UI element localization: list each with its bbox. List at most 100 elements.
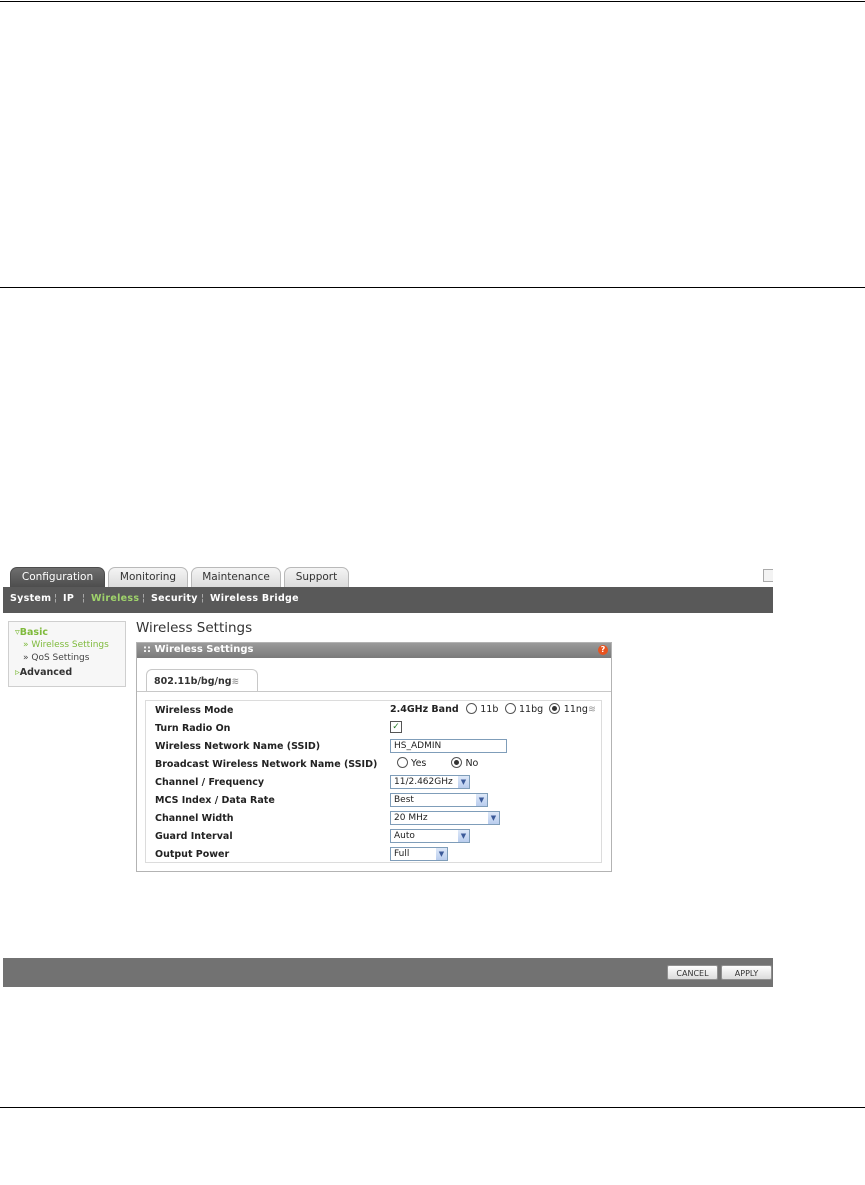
help-icon[interactable]: ? bbox=[598, 645, 608, 655]
sidebar-item-qos-settings[interactable]: » QoS Settings bbox=[23, 653, 89, 663]
sidebar-item-wireless-settings[interactable]: » Wireless Settings bbox=[23, 640, 109, 650]
page-rule-middle bbox=[0, 287, 865, 288]
channel-width-label: Channel Width bbox=[155, 813, 234, 824]
radio-broadcast-yes[interactable] bbox=[397, 757, 408, 768]
row-guard-interval: Guard Interval Auto ▼ bbox=[146, 828, 601, 846]
sub-navigation: System ¦ IP ¦ Wireless ¦ Security ¦ Wire… bbox=[3, 587, 773, 613]
turn-radio-on-control: ✓ bbox=[390, 721, 402, 733]
channel-label: Channel / Frequency bbox=[155, 777, 265, 788]
tab-divider bbox=[137, 691, 611, 692]
sidebar-item-label: QoS Settings bbox=[31, 653, 90, 663]
tab-802-11-label: 802.11b/bg/ng bbox=[154, 676, 232, 687]
sidebar-advanced[interactable]: ▹Advanced bbox=[15, 667, 72, 678]
wifi-icon: ≋ bbox=[231, 677, 240, 687]
row-turn-radio-on: Turn Radio On ✓ bbox=[146, 720, 601, 738]
wifi-icon: ≋ bbox=[587, 704, 596, 715]
tab-configuration[interactable]: Configuration bbox=[10, 567, 105, 587]
channel-select-value: 11/2.462GHz bbox=[394, 777, 453, 787]
row-broadcast-ssid: Broadcast Wireless Network Name (SSID) Y… bbox=[146, 756, 601, 774]
subnav-security[interactable]: Security bbox=[151, 593, 198, 604]
radio-11bg[interactable] bbox=[504, 703, 516, 714]
tab-support[interactable]: Support bbox=[284, 567, 349, 587]
main-tab-bar: Configuration Monitoring Maintenance Sup… bbox=[3, 565, 773, 587]
ssid-control: HS_ADMIN bbox=[390, 739, 507, 753]
turn-radio-on-label: Turn Radio On bbox=[155, 723, 231, 734]
wireless-mode-label: Wireless Mode bbox=[155, 705, 234, 716]
tab-802-11[interactable]: 802.11b/bg/ng≋ bbox=[146, 669, 258, 691]
sidebar-item-label: Wireless Settings bbox=[31, 640, 109, 650]
radio-broadcast-no[interactable] bbox=[451, 757, 463, 768]
panel-title: :: Wireless Settings bbox=[143, 644, 253, 655]
panel-title-text: Wireless Settings bbox=[154, 644, 254, 655]
corner-button[interactable] bbox=[763, 569, 773, 582]
subnav-separator: ¦ bbox=[82, 593, 86, 604]
wireless-settings-panel: :: Wireless Settings ? 802.11b/bg/ng≋ Wi… bbox=[136, 642, 612, 872]
sidebar-basic-label: Basic bbox=[19, 627, 48, 638]
output-power-select-value: Full bbox=[394, 849, 410, 859]
chevron-down-icon: ▼ bbox=[476, 794, 487, 806]
output-power-control: Full ▼ bbox=[390, 847, 448, 861]
mcs-label: MCS Index / Data Rate bbox=[155, 795, 275, 806]
ssid-label: Wireless Network Name (SSID) bbox=[155, 741, 321, 752]
radio-broadcast-yes-label: Yes bbox=[411, 758, 427, 769]
chevron-down-icon: ▼ bbox=[488, 812, 499, 824]
radio-11ng-label: 11ng bbox=[563, 704, 588, 715]
output-power-label: Output Power bbox=[155, 849, 230, 860]
subnav-separator: ¦ bbox=[142, 593, 146, 604]
radio-11ng[interactable] bbox=[549, 703, 561, 714]
radio-11bg-label: 11bg bbox=[519, 704, 544, 715]
subnav-wireless[interactable]: Wireless bbox=[91, 593, 139, 604]
channel-control: 11/2.462GHz ▼ bbox=[390, 775, 470, 789]
settings-form: Wireless Mode 2.4GHz Band 11b 11bg 11ng≋… bbox=[145, 700, 602, 863]
row-channel-width: Channel Width 20 MHz ▼ bbox=[146, 810, 601, 828]
sidebar-basic[interactable]: ▿Basic bbox=[15, 627, 48, 638]
subnav-system[interactable]: System bbox=[10, 593, 51, 604]
guard-interval-select-value: Auto bbox=[394, 831, 415, 841]
page-title: Wireless Settings bbox=[136, 620, 253, 636]
subnav-wireless-bridge[interactable]: Wireless Bridge bbox=[210, 593, 299, 604]
router-config-screenshot: Configuration Monitoring Maintenance Sup… bbox=[3, 565, 773, 987]
apply-button[interactable]: APPLY bbox=[721, 965, 772, 980]
footer-bar: CANCEL APPLY bbox=[3, 958, 773, 987]
mcs-select-value: Best bbox=[394, 795, 414, 805]
channel-width-select-value: 20 MHz bbox=[394, 813, 428, 823]
guard-interval-label: Guard Interval bbox=[155, 831, 233, 842]
row-channel: Channel / Frequency 11/2.462GHz ▼ bbox=[146, 774, 601, 792]
radio-11b-label: 11b bbox=[480, 704, 499, 715]
cancel-button[interactable]: CANCEL bbox=[667, 965, 718, 980]
page-rule-top bbox=[0, 1, 865, 2]
broadcast-ssid-control: Yes No bbox=[397, 757, 478, 769]
radio-11b[interactable] bbox=[465, 703, 477, 714]
row-mcs: MCS Index / Data Rate Best ▼ bbox=[146, 792, 601, 810]
row-output-power: Output Power Full ▼ bbox=[146, 846, 601, 864]
subnav-ip[interactable]: IP bbox=[63, 593, 74, 604]
subnav-separator: ¦ bbox=[201, 593, 205, 604]
broadcast-ssid-label: Broadcast Wireless Network Name (SSID) bbox=[155, 759, 378, 770]
output-power-select[interactable]: Full ▼ bbox=[390, 847, 448, 861]
mcs-control: Best ▼ bbox=[390, 793, 488, 807]
row-ssid: Wireless Network Name (SSID) HS_ADMIN bbox=[146, 738, 601, 756]
drag-handle-icon: :: bbox=[143, 644, 155, 655]
subnav-separator: ¦ bbox=[54, 593, 58, 604]
wireless-mode-control: 2.4GHz Band 11b 11bg 11ng≋ bbox=[390, 703, 596, 715]
sidebar-advanced-label: Advanced bbox=[19, 667, 73, 678]
turn-radio-on-checkbox[interactable]: ✓ bbox=[390, 721, 402, 733]
chevron-down-icon: ▼ bbox=[458, 830, 469, 842]
guard-interval-control: Auto ▼ bbox=[390, 829, 470, 843]
row-wireless-mode: Wireless Mode 2.4GHz Band 11b 11bg 11ng≋ bbox=[146, 702, 601, 720]
mcs-select[interactable]: Best ▼ bbox=[390, 793, 488, 807]
ssid-input[interactable]: HS_ADMIN bbox=[390, 739, 507, 753]
tab-monitoring[interactable]: Monitoring bbox=[108, 567, 188, 587]
radio-broadcast-no-label: No bbox=[465, 758, 479, 769]
sidebar: ▿Basic » Wireless Settings » QoS Setting… bbox=[8, 621, 126, 687]
channel-width-control: 20 MHz ▼ bbox=[390, 811, 500, 825]
channel-width-select[interactable]: 20 MHz ▼ bbox=[390, 811, 500, 825]
page-rule-bottom bbox=[0, 1107, 865, 1108]
tab-maintenance[interactable]: Maintenance bbox=[191, 567, 281, 587]
chevron-down-icon: ▼ bbox=[436, 848, 447, 860]
panel-header: :: Wireless Settings ? bbox=[137, 643, 611, 658]
channel-select[interactable]: 11/2.462GHz ▼ bbox=[390, 775, 470, 789]
chevron-down-icon: ▼ bbox=[458, 776, 469, 788]
band-label: 2.4GHz Band bbox=[390, 704, 459, 715]
guard-interval-select[interactable]: Auto ▼ bbox=[390, 829, 470, 843]
